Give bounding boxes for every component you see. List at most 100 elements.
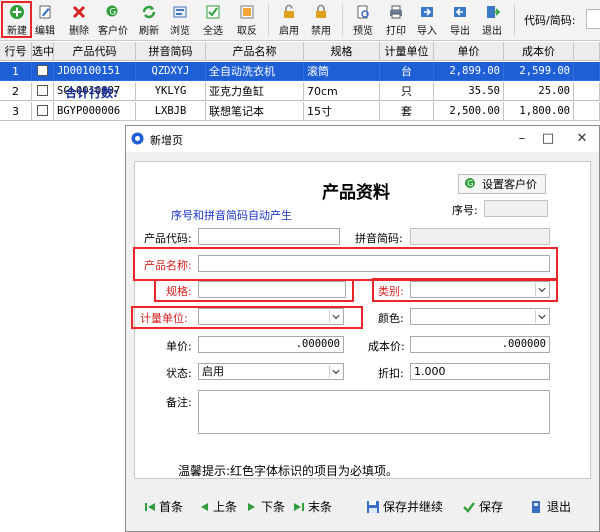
import-button[interactable]: 导入 xyxy=(413,2,441,38)
product-name-field[interactable] xyxy=(198,255,550,272)
delete-icon xyxy=(72,5,86,19)
row-checkbox[interactable] xyxy=(37,105,48,116)
table-row[interactable]: 3 BGYP000006 LXBJB 联想笔记本 15寸 套 2,500.00 … xyxy=(0,102,600,121)
column-header[interactable]: 产品代码 xyxy=(54,42,136,61)
exit-button[interactable]: 退出 xyxy=(478,2,506,38)
exit-dialog-button[interactable]: 退出 xyxy=(530,498,571,515)
edit-icon xyxy=(39,5,51,19)
column-header[interactable]: 单价 xyxy=(434,42,504,61)
unit-dropdown[interactable] xyxy=(198,308,344,325)
category-label: 类别: xyxy=(378,285,404,298)
category-dropdown[interactable] xyxy=(410,281,550,298)
save-and-continue-label: 保存并继续 xyxy=(383,500,444,514)
total-rows-label: 合计行数: xyxy=(65,86,118,100)
price-field[interactable]: .000000 xyxy=(198,336,344,353)
row-checkbox-cell xyxy=(32,62,54,81)
invert-selection-button-label: 取反 xyxy=(237,26,257,37)
product-code-field[interactable] xyxy=(198,228,340,245)
table-row[interactable]: 1 JD00100151 QZDXYJ 全自动洗衣机 滚筒 台 2,899.00… xyxy=(0,62,600,81)
price-cell: 2,899.00 xyxy=(434,62,504,81)
cost-field[interactable]: .000000 xyxy=(410,336,550,353)
form-title: 产品资料 xyxy=(322,183,390,203)
delete-button-label: 删除 xyxy=(69,26,89,37)
customer-price-icon: G xyxy=(465,178,475,188)
unit-label: 计量单位: xyxy=(140,312,188,325)
row-checkbox[interactable] xyxy=(37,85,48,96)
preview-button[interactable]: 预览 xyxy=(349,2,377,38)
first-record-button[interactable]: 首条 xyxy=(144,498,183,515)
print-button[interactable]: 打印 xyxy=(382,2,410,38)
invert-selection-button[interactable]: 取反 xyxy=(233,2,261,38)
print-button-label: 打印 xyxy=(386,26,406,37)
unlock-icon xyxy=(284,4,294,18)
column-header[interactable]: 产品名称 xyxy=(206,42,304,61)
browse-button[interactable]: 浏览 xyxy=(166,2,194,38)
enable-button[interactable]: 启用 xyxy=(275,2,303,38)
spec-field[interactable] xyxy=(198,281,346,298)
color-dropdown[interactable] xyxy=(410,308,550,325)
svg-text:G: G xyxy=(109,8,116,18)
save-and-continue-button[interactable]: 保存并继续 xyxy=(366,498,443,515)
status-dropdown[interactable]: 启用 xyxy=(198,363,344,380)
cost-cell: 2,599.00 xyxy=(504,62,574,81)
price-label: 单价: xyxy=(166,340,192,353)
refresh-button[interactable]: 刷新 xyxy=(135,2,163,38)
column-header[interactable]: 拼音简码 xyxy=(136,42,206,61)
export-icon xyxy=(454,7,466,17)
column-header[interactable]: 规格 xyxy=(304,42,380,61)
row-checkbox[interactable] xyxy=(37,65,48,76)
remark-label: 备注: xyxy=(166,396,192,409)
column-header[interactable]: 计量单位 xyxy=(380,42,434,61)
column-header-filler xyxy=(574,42,600,61)
set-customer-price-button[interactable]: G 设置客户价 xyxy=(458,174,546,194)
new-item-dialog: 新增页 – □ ✕ 产品资料 序号和拼音简码自动产生 G 设置客户价 序号: 产… xyxy=(125,125,600,532)
column-header[interactable]: 选中 xyxy=(32,42,54,61)
search-input[interactable] xyxy=(586,9,600,29)
pinyin-cell: YKLYG xyxy=(136,82,206,101)
select-all-icon xyxy=(206,5,220,19)
product-code-cell: JD00100151 xyxy=(54,62,136,81)
spec-cell: 15寸 xyxy=(304,102,380,121)
cost-cell: 1,800.00 xyxy=(504,102,574,121)
chevron-down-icon xyxy=(535,310,546,323)
unit-cell: 套 xyxy=(380,102,434,121)
next-record-button[interactable]: 下条 xyxy=(246,498,285,515)
product-name-label: 产品名称: xyxy=(144,259,192,272)
product-code-label: 产品代码: xyxy=(144,232,192,245)
discount-field[interactable]: 1.000 xyxy=(410,363,550,380)
status-label: 状态: xyxy=(166,367,192,380)
status-value: 启用 xyxy=(202,365,224,378)
save-button[interactable]: 保存 xyxy=(462,498,503,515)
column-header[interactable]: 行号 xyxy=(0,42,32,61)
customer-price-button[interactable]: G 客户价 xyxy=(96,2,130,38)
enable-button-label: 启用 xyxy=(279,26,299,37)
product-name-cell: 亚克力鱼缸 xyxy=(206,82,304,101)
select-all-button[interactable]: 全选 xyxy=(199,2,227,38)
pinyin-cell: LXBJB xyxy=(136,102,206,121)
checkmark-icon xyxy=(463,501,475,513)
save-icon xyxy=(367,500,379,513)
color-label: 颜色: xyxy=(378,312,404,325)
exit-button-label: 退出 xyxy=(482,26,502,37)
last-record-button[interactable]: 末条 xyxy=(293,498,332,515)
minimize-button[interactable]: – xyxy=(510,130,534,148)
previous-record-button[interactable]: 上条 xyxy=(198,498,237,515)
browse-icon xyxy=(173,6,187,18)
pinyin-cell: QZDXYJ xyxy=(136,62,206,81)
remark-textarea[interactable] xyxy=(198,390,550,434)
new-button-highlight xyxy=(1,1,32,38)
disable-button-label: 禁用 xyxy=(311,26,331,37)
delete-button[interactable]: 删除 xyxy=(66,2,92,38)
export-button[interactable]: 导出 xyxy=(446,2,474,38)
column-header[interactable]: 成本价 xyxy=(504,42,574,61)
grid-header: 行号 选中 产品代码 拼音简码 产品名称 规格 计量单位 单价 成本价 xyxy=(0,42,600,61)
maximize-button[interactable]: □ xyxy=(536,130,560,148)
exit-icon xyxy=(487,6,500,18)
spec-cell: 70cm xyxy=(304,82,380,101)
dialog-titlebar[interactable]: 新增页 – □ ✕ xyxy=(126,126,599,152)
toolbar-separator xyxy=(514,4,515,36)
edit-button[interactable]: 编辑 xyxy=(31,2,59,38)
close-button[interactable]: ✕ xyxy=(570,130,594,148)
disable-button[interactable]: 禁用 xyxy=(307,2,335,38)
row-filler xyxy=(574,82,600,101)
